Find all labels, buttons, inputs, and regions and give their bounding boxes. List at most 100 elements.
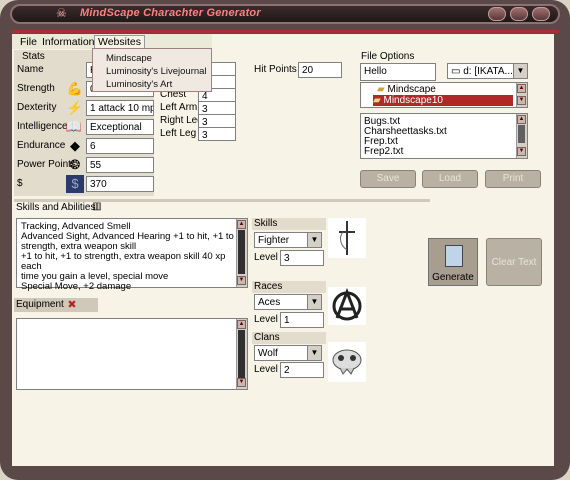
wolf-skull-icon <box>328 342 366 382</box>
scroll-thumb[interactable] <box>238 230 245 274</box>
dexterity-label: Dexterity <box>17 102 57 113</box>
ability-line: Special Move, +2 damage <box>21 281 132 292</box>
scroll-thumb[interactable] <box>238 330 245 378</box>
abilities-scrollbar[interactable]: ▲ ▼ <box>236 219 247 287</box>
name-label: Name <box>17 64 44 75</box>
sword-icon <box>328 218 366 258</box>
skills-abilities-text[interactable]: Tracking, Advanced Smell Advanced Sight,… <box>16 218 248 292</box>
scroll-thumb[interactable] <box>518 125 525 143</box>
skills-selected: Fighter <box>258 235 290 246</box>
money-icon: $ <box>66 175 84 193</box>
load-button[interactable]: Load <box>422 170 478 188</box>
drive-icon: ▭ <box>451 66 461 77</box>
folder-scrollbar[interactable]: ▲ ▼ <box>516 83 527 107</box>
window-title: MindScape Charachter Generator <box>80 7 261 19</box>
shield-icon: ◆ <box>70 138 80 153</box>
folder-mindscape[interactable]: ▰ Mindscape <box>377 84 436 95</box>
clans-selected: Wolf <box>258 348 278 359</box>
equipment-header: Equipment <box>16 299 64 310</box>
races-level-input[interactable]: 1 <box>280 312 324 328</box>
file-scrollbar[interactable]: ▲ ▼ <box>516 114 527 158</box>
folder-open-icon: ▰ <box>377 84 385 95</box>
minimize-button[interactable] <box>488 7 506 21</box>
ability-line: +1 to hit, +1 to strength, extra weapon … <box>21 251 226 272</box>
clear-text-button[interactable]: Clear Text <box>486 238 542 286</box>
skills-abilities-header: Skills and Abilities <box>16 202 96 213</box>
chevron-down-icon[interactable]: ▼ <box>307 233 321 247</box>
left-leg-label: Left Leg <box>160 128 197 139</box>
menu-livejournal-link[interactable]: Luminosity's Livejournal <box>106 66 207 77</box>
right-leg-label: Right Leg <box>160 115 203 126</box>
stats-header: Stats <box>22 51 45 62</box>
scroll-down-icon[interactable]: ▼ <box>517 147 526 156</box>
clans-select[interactable]: Wolf ▼ <box>254 345 322 361</box>
chevron-down-icon[interactable]: ▼ <box>307 295 321 309</box>
left-arm-input[interactable]: 3 <box>198 101 236 115</box>
races-level-label: Level <box>254 314 278 325</box>
filename-input[interactable]: Hello <box>360 63 436 81</box>
menu-websites[interactable]: Websites <box>94 35 145 49</box>
money-input[interactable]: 370 <box>86 176 154 192</box>
left-arm-label: Left Arm <box>160 102 198 113</box>
folder-icon: ▰ <box>373 95 381 106</box>
right-leg-input[interactable]: 3 <box>198 114 236 128</box>
chevron-down-icon[interactable]: ▼ <box>513 64 527 78</box>
clans-level-label: Level <box>254 364 278 375</box>
races-selected: Aces <box>258 297 281 308</box>
lightning-icon: ⚡ <box>66 100 84 115</box>
file-options-header: File Options <box>361 51 415 62</box>
endurance-label: Endurance <box>17 140 66 151</box>
menu-file[interactable]: File <box>20 36 37 48</box>
print-button[interactable]: Print <box>485 170 541 188</box>
scroll-down-icon[interactable]: ▼ <box>237 378 246 387</box>
scroll-up-icon[interactable]: ▲ <box>517 84 526 93</box>
equipment-scrollbar[interactable]: ▲ ▼ <box>236 319 247 389</box>
clans-level-input[interactable]: 2 <box>280 362 324 378</box>
calculator-icon <box>445 245 463 267</box>
scroll-down-icon[interactable]: ▼ <box>237 276 246 285</box>
strength-label: Strength <box>17 83 55 94</box>
scroll-up-icon[interactable]: ▲ <box>517 115 526 124</box>
scroll-down-icon[interactable]: ▼ <box>517 96 526 105</box>
endurance-input[interactable]: 6 <box>86 138 154 154</box>
skills-header: Skills <box>254 218 278 229</box>
menu-mindscape-link[interactable]: Mindscape <box>106 53 152 64</box>
money-label: $ <box>17 178 23 189</box>
power-points-input[interactable]: 55 <box>86 157 154 173</box>
skills-level-input[interactable]: 3 <box>280 250 324 266</box>
scroll-up-icon[interactable]: ▲ <box>237 320 246 329</box>
skills-select[interactable]: Fighter ▼ <box>254 232 322 248</box>
app-skull-icon: ☠ <box>56 6 67 20</box>
intelligence-label: Intelligence <box>17 121 68 132</box>
races-select[interactable]: Aces ▼ <box>254 294 322 310</box>
flex-arm-icon: 💪 <box>66 81 84 96</box>
generate-button[interactable]: Generate <box>428 238 478 286</box>
menu-information[interactable]: Information <box>42 36 95 48</box>
file-list: Bugs.txt Charsheettasks.txt Frep.txt Fre… <box>360 113 528 159</box>
close-button[interactable] <box>532 7 550 21</box>
book-icon: 📖 <box>65 119 83 134</box>
drive-value: d: [IKATA...] <box>463 66 516 77</box>
generate-label: Generate <box>432 272 474 283</box>
left-leg-input[interactable]: 3 <box>198 127 236 141</box>
scroll-up-icon[interactable]: ▲ <box>237 220 246 229</box>
skills-icon: ▥ <box>92 201 102 212</box>
equipment-text[interactable]: ▲ ▼ <box>16 318 248 390</box>
clans-header: Clans <box>254 332 280 343</box>
drive-select[interactable]: ▭ d: [IKATA...] ▼ <box>447 63 528 79</box>
hit-points-label: Hit Points <box>254 64 297 75</box>
folder-list: ▰ Mindscape ▰ Mindscape10 ▲ ▼ <box>360 82 528 108</box>
menu-art-link[interactable]: Luminosity's Art <box>106 79 172 90</box>
title-accent-bar <box>11 30 559 33</box>
chevron-down-icon[interactable]: ▼ <box>307 346 321 360</box>
anarchy-symbol-icon <box>328 287 366 325</box>
skills-level-label: Level <box>254 252 278 263</box>
folder-mindscape10[interactable]: ▰ Mindscape10 <box>373 95 513 106</box>
dexterity-input[interactable]: 1 attack 10 mph <box>86 100 154 116</box>
maximize-button[interactable] <box>510 7 528 21</box>
races-header: Races <box>254 281 283 292</box>
file-item[interactable]: Frep2.txt <box>364 146 403 157</box>
save-button[interactable]: Save <box>360 170 416 188</box>
hit-points-input[interactable]: 20 <box>298 62 342 78</box>
intelligence-input[interactable]: Exceptional <box>86 119 154 135</box>
